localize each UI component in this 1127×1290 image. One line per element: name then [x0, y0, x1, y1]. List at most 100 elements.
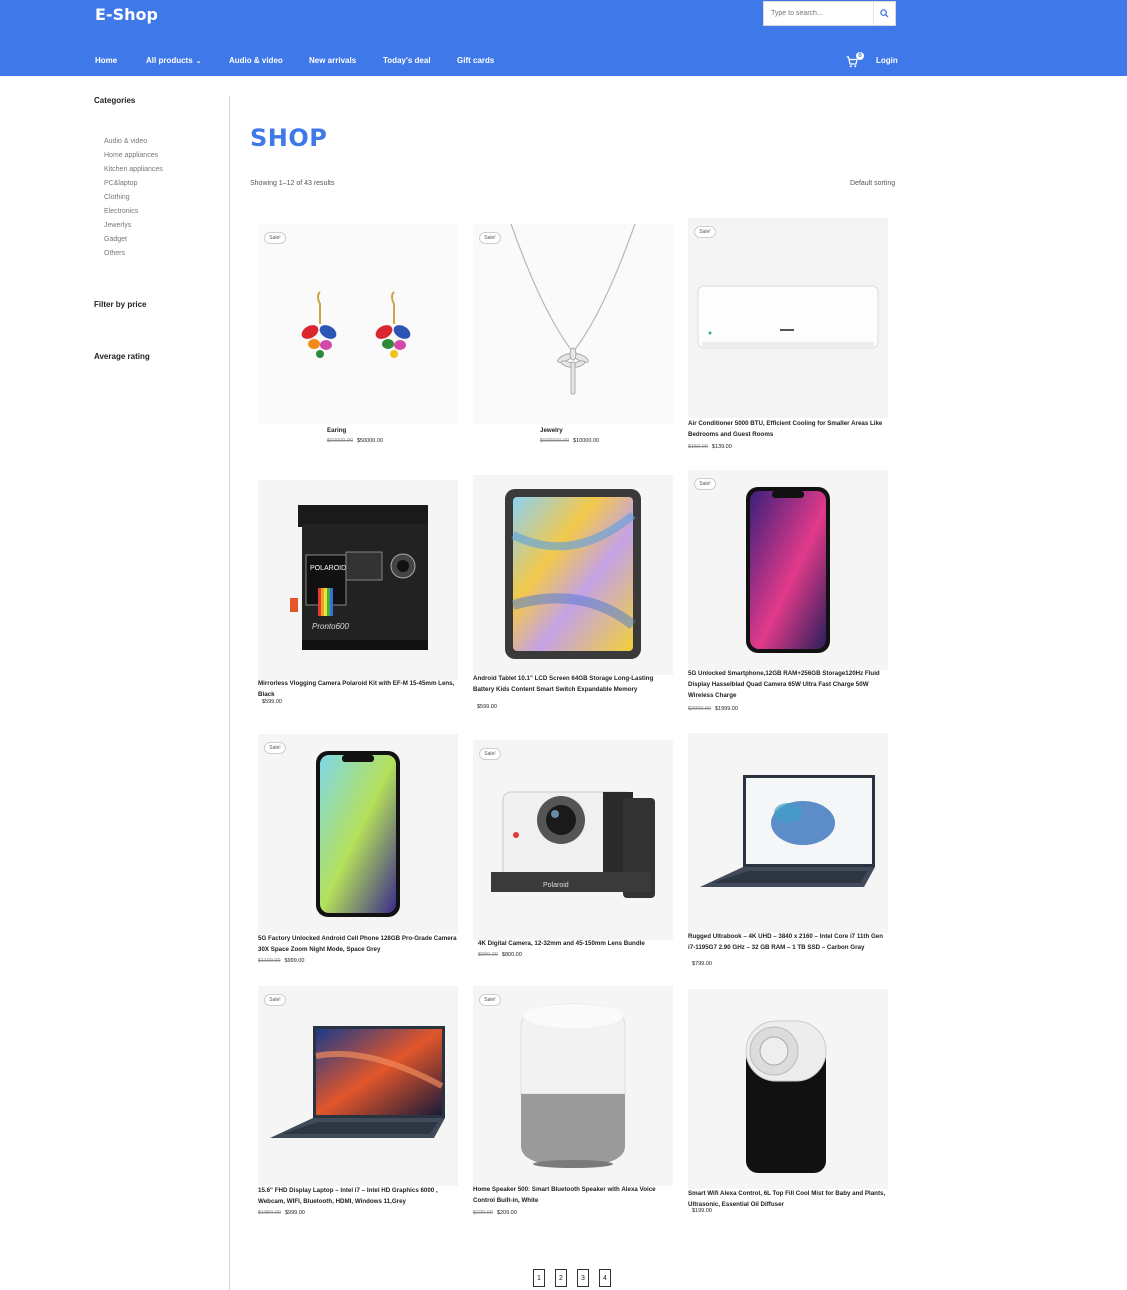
- product-image[interactable]: Sale!: [258, 224, 458, 424]
- product-image[interactable]: Sale!: [688, 470, 888, 670]
- product-price: $599.00: [258, 699, 282, 705]
- category-jewerlys[interactable]: Jewerlys: [104, 222, 163, 236]
- chevron-down-icon: ⌄: [195, 58, 202, 65]
- product-name[interactable]: 15.6" FHD Display Laptop – Intel i7 – In…: [258, 1185, 458, 1207]
- nav-new-arrivals[interactable]: New arrivals: [309, 56, 356, 65]
- category-clothing[interactable]: Clothing: [104, 194, 163, 208]
- sorting-select[interactable]: Default sorting: [850, 180, 895, 187]
- instant-camera-image: Polaroid: [473, 740, 673, 940]
- product-price: $599.00: [473, 704, 497, 710]
- average-rating-title: Average rating: [94, 352, 150, 361]
- category-electronics[interactable]: Electronics: [104, 208, 163, 222]
- category-gadget[interactable]: Gadget: [104, 236, 163, 250]
- nav-todays-deal[interactable]: Today's deal: [383, 56, 431, 65]
- search-icon: [880, 9, 889, 18]
- current-price: $199.00: [692, 1208, 712, 1214]
- current-price: $1999.00: [714, 706, 738, 712]
- smart-speaker-image: [473, 986, 673, 1186]
- polaroid-camera-image: POLAROID Pronto600: [258, 480, 458, 680]
- product-image[interactable]: POLAROID Pronto600: [258, 480, 458, 680]
- cart-count-badge: 0: [856, 52, 864, 60]
- category-kitchen-appliances[interactable]: Kitchen appliances: [104, 166, 163, 180]
- product-name[interactable]: 4K Digital Camera, 12-32mm and 45-150mm …: [478, 938, 678, 949]
- category-list: Audio & video Home appliances Kitchen ap…: [104, 138, 163, 264]
- search-button[interactable]: [873, 2, 895, 25]
- old-price: $600000.00: [540, 438, 570, 444]
- category-home-appliances[interactable]: Home appliances: [104, 152, 163, 166]
- current-price: $139.00: [711, 444, 732, 450]
- page-4-button[interactable]: 4: [599, 1269, 611, 1287]
- sale-badge: Sale!: [479, 994, 501, 1006]
- nav-all-products[interactable]: All products ⌄: [146, 56, 202, 65]
- old-price: $900.00: [478, 952, 498, 958]
- nav-gift-cards[interactable]: Gift cards: [457, 56, 494, 65]
- ultrabook-image: [688, 733, 888, 933]
- product-image[interactable]: [688, 989, 888, 1189]
- old-price: $220.00: [473, 1210, 493, 1216]
- air-conditioner-image: 26: [688, 218, 888, 418]
- old-price: $1050.00: [258, 1210, 281, 1216]
- categories-title: Categories: [94, 96, 136, 105]
- svg-text:26: 26: [858, 327, 868, 337]
- current-price: $599.00: [477, 704, 497, 710]
- laptop-image: [258, 986, 458, 1186]
- product-image[interactable]: [473, 475, 673, 675]
- product-price: $600000.00 $10000.00: [540, 438, 599, 444]
- product-name[interactable]: Smart Wifi Alexa Control, 6L Top Fill Co…: [688, 1188, 888, 1210]
- main-nav: Home All products ⌄ Audio & video New arr…: [0, 56, 1127, 70]
- svg-text:POLAROID: POLAROID: [310, 565, 346, 572]
- product-image[interactable]: [688, 733, 888, 933]
- login-link[interactable]: Login: [876, 56, 898, 65]
- product-price: $220.00 $209.00: [473, 1210, 517, 1216]
- nav-home[interactable]: Home: [95, 56, 117, 65]
- product-name[interactable]: Home Speaker 500: Smart Bluetooth Speake…: [473, 1184, 673, 1206]
- sale-badge: Sale!: [479, 748, 501, 760]
- page-title: SHOP: [250, 124, 328, 152]
- product-name[interactable]: 5G Factory Unlocked Android Cell Phone 1…: [258, 933, 458, 955]
- product-image[interactable]: Sale!: [258, 734, 458, 934]
- top-header: E-Shop Home All products⌄ Audio & video …: [0, 0, 1127, 76]
- cart-button[interactable]: 0: [846, 52, 866, 69]
- svg-text:Pronto600: Pronto600: [312, 622, 349, 631]
- nav-audio-video[interactable]: Audio & video: [229, 56, 283, 65]
- sale-badge: Sale!: [264, 742, 286, 754]
- product-name[interactable]: 5G Unlocked Smartphone,12GB RAM+256GB St…: [688, 668, 888, 701]
- product-price: $1100.00 $999.00: [258, 958, 304, 964]
- sale-badge: Sale!: [264, 994, 286, 1006]
- smartphone-image: [688, 470, 888, 670]
- product-image[interactable]: Sale! 26: [688, 218, 888, 418]
- current-price: $599.00: [262, 699, 282, 705]
- page-3-button[interactable]: 3: [577, 1269, 589, 1287]
- diffuser-image: [688, 989, 888, 1189]
- sale-badge: Sale!: [264, 232, 286, 244]
- product-image[interactable]: Sale!: [258, 986, 458, 1186]
- category-audio-video[interactable]: Audio & video: [104, 138, 163, 152]
- page-2-button[interactable]: 2: [555, 1269, 567, 1287]
- page-1-button[interactable]: 1: [533, 1269, 545, 1287]
- svg-text:Polaroid: Polaroid: [543, 882, 569, 889]
- product-price: $199.00: [688, 1208, 712, 1214]
- product-name[interactable]: Air Conditioner 5000 BTU, Efficient Cool…: [688, 418, 888, 440]
- product-image[interactable]: Sale!: [473, 224, 673, 424]
- sale-badge: Sale!: [694, 226, 716, 238]
- category-pc-laptop[interactable]: PC&laptop: [104, 180, 163, 194]
- product-image[interactable]: Sale! Polaroid: [473, 740, 673, 940]
- old-price: $2000.00: [688, 706, 711, 712]
- product-name[interactable]: Mirrorless Vlogging Camera Polaroid Kit …: [258, 678, 458, 700]
- current-price: $999.00: [284, 958, 305, 964]
- brand-logo[interactable]: E-Shop: [95, 5, 158, 24]
- result-count: Showing 1–12 of 43 results: [250, 180, 335, 187]
- product-image[interactable]: Sale!: [473, 986, 673, 1186]
- current-price: $799.00: [692, 961, 712, 967]
- product-name[interactable]: Rugged Ultrabook – 4K UHD – 3840 x 2160 …: [688, 931, 888, 953]
- search-box: [763, 1, 896, 26]
- current-price: $10000.00: [573, 438, 600, 444]
- search-input[interactable]: [764, 2, 874, 25]
- category-others[interactable]: Others: [104, 250, 163, 264]
- product-name[interactable]: Earing: [327, 425, 527, 436]
- product-price: $2000.00 $1999.00: [688, 706, 738, 712]
- current-price: $999.00: [284, 1210, 305, 1216]
- current-price: $800.00: [501, 952, 522, 958]
- necklace-image: [473, 224, 673, 424]
- product-name[interactable]: Android Tablet 10.1" LCD Screen 64GB Sto…: [473, 673, 673, 695]
